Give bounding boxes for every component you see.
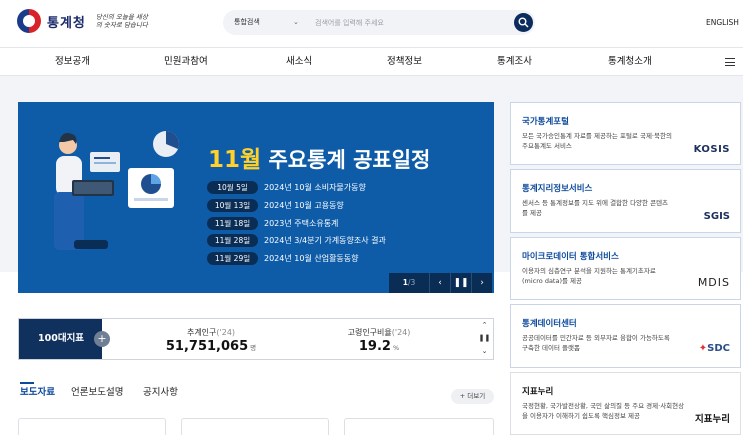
banner-controls: 1/3 ‹ ❚❚ › xyxy=(389,273,492,293)
service-title: 통계지리정보서비스 xyxy=(522,184,593,194)
hamburger-menu-icon[interactable] xyxy=(725,58,735,66)
search-button[interactable] xyxy=(514,13,533,32)
indicator-controls: ⌃ ❚❚ ⌄ xyxy=(475,319,494,359)
tab-notice[interactable]: 공지사항 xyxy=(143,384,178,398)
kosis-logo-icon: KOSIS xyxy=(693,144,730,155)
site-header: 통계청 당신의 오늘을 세상의 숫자로 담습니다 통합검색 ⌄ ENGLISH xyxy=(0,0,743,47)
stat-period: ('24) xyxy=(216,328,236,337)
search-icon xyxy=(518,17,529,28)
stat-label: 추계인구 xyxy=(186,328,217,337)
schedule-item: 11월 29일 2024년 10월 산업활동동향 xyxy=(207,252,359,265)
main-nav: 정보공개 민원과참여 새소식 정책정보 통계조사 통계청소개 xyxy=(0,47,743,76)
stat-elderly-ratio[interactable]: 고령인구비율('24) 19.2% xyxy=(304,319,454,354)
banner-pause-button[interactable]: ❚❚ xyxy=(450,273,471,293)
sdc-logo-text: SDC xyxy=(707,343,730,354)
pause-icon: ❚❚ xyxy=(478,334,491,342)
banner-title-month: 11월 xyxy=(208,147,262,173)
nav-item-civil[interactable]: 민원과참여 xyxy=(164,48,208,76)
sdc-logo-icon: ✦SDC xyxy=(698,343,730,354)
banner-title: 11월 주요통계 공표일정 xyxy=(208,140,430,174)
stat-value: 51,751,065 xyxy=(165,339,249,354)
banner-title-text: 주요통계 공표일정 xyxy=(268,148,431,172)
service-card-kosis[interactable]: 국가통계포털 모든 국가승인통계 자료를 제공하는 포털로 국제·북한의 주요통… xyxy=(510,102,741,165)
schedule-date: 10월 13일 xyxy=(207,199,258,212)
chevron-down-icon[interactable]: ⌄ xyxy=(293,18,299,26)
statistics-illustration-icon xyxy=(54,131,179,250)
indicator-up-button[interactable]: ⌃ xyxy=(475,319,494,332)
banner-prev-button[interactable]: ‹ xyxy=(429,273,450,293)
indicator-label: 100대지표 xyxy=(19,319,102,359)
schedule-item: 11월 28일 2024년 3/4분기 가계동향조사 결과 xyxy=(207,234,386,247)
chevron-right-icon: › xyxy=(480,278,484,288)
jipyo-logo-icon: 지표누리 xyxy=(695,414,730,425)
stat-period: ('24) xyxy=(391,328,411,337)
search-bar: 통합검색 ⌄ xyxy=(223,10,535,35)
main-banner[interactable]: 11월 주요통계 공표일정 10월 5일 2024년 10월 소비자물가동향 1… xyxy=(18,102,494,293)
indicator-more-button[interactable]: + xyxy=(94,331,110,347)
nav-item-info[interactable]: 정보공개 xyxy=(55,48,90,76)
service-title: 마이크로데이터 통합서비스 xyxy=(522,252,619,262)
nav-item-policy[interactable]: 정책정보 xyxy=(387,48,422,76)
schedule-date: 10월 5일 xyxy=(207,181,258,194)
logo-text: 통계청 xyxy=(47,15,86,31)
key-indicators: 100대지표 + 추계인구('24) 51,751,065 명 고령인구비율('2… xyxy=(18,318,494,360)
schedule-text: 2024년 10월 소비자물가동향 xyxy=(264,183,366,192)
service-title: 국가통계포털 xyxy=(522,117,569,127)
service-description: 공공데이터를 민간자료 등 외부자료 융합이 가능하도록 구축한 데이터 플랫폼 xyxy=(522,334,670,352)
government-emblem-icon xyxy=(17,9,41,33)
nav-item-news[interactable]: 새소식 xyxy=(286,48,312,76)
stat-unit: % xyxy=(392,344,400,352)
chevron-left-icon: ‹ xyxy=(438,278,442,288)
nav-item-survey[interactable]: 통계조사 xyxy=(497,48,532,76)
service-title: 통계데이터센터 xyxy=(522,319,577,329)
mdis-logo-icon: MDIS xyxy=(697,276,730,289)
site-logo[interactable]: 통계청 당신의 오늘을 세상의 숫자로 담습니다 xyxy=(17,9,152,33)
indicator-down-button[interactable]: ⌄ xyxy=(475,345,494,358)
banner-pager: 1/3 xyxy=(389,273,429,293)
news-card[interactable] xyxy=(181,418,329,435)
schedule-text: 2024년 10월 산업활동동향 xyxy=(264,254,359,263)
plus-icon: + xyxy=(97,332,107,345)
banner-next-button[interactable]: › xyxy=(471,273,492,293)
service-title: 지표누리 xyxy=(522,387,554,397)
schedule-item: 10월 5일 2024년 10월 소비자물가동향 xyxy=(207,181,366,194)
search-scope-select[interactable]: 통합검색 xyxy=(234,10,260,35)
schedule-text: 2024년 3/4분기 가계동향조사 결과 xyxy=(264,236,386,245)
schedule-item: 11월 18일 2023년 주택소유통계 xyxy=(207,217,338,230)
service-card-sgis[interactable]: 통계지리정보서비스 센서스 등 통계정보를 지도 위에 결합한 다양한 콘텐츠를… xyxy=(510,169,741,233)
stat-label: 고령인구비율 xyxy=(347,328,392,337)
nav-item-about[interactable]: 통계청소개 xyxy=(608,48,652,76)
tab-press-explanation[interactable]: 언론보도설명 xyxy=(71,384,123,398)
more-button[interactable]: + 더보기 xyxy=(451,389,494,404)
chevron-down-icon: ⌄ xyxy=(481,347,488,355)
service-card-jipyo[interactable]: 지표누리 국정현황, 국가발전상황, 국민 삶의질 등 주요 경제·사회현상을 … xyxy=(510,372,741,435)
slogan: 당신의 오늘을 세상의 숫자로 담습니다 xyxy=(95,13,148,29)
indicator-pause-button[interactable]: ❚❚ xyxy=(475,332,494,345)
stat-unit: 명 xyxy=(250,344,257,352)
tab-press-release[interactable]: 보도자료 xyxy=(20,384,55,398)
stat-value: 19.2 xyxy=(358,339,391,354)
search-input[interactable] xyxy=(315,14,505,31)
language-link[interactable]: ENGLISH xyxy=(706,18,739,27)
pager-total: /3 xyxy=(407,278,416,287)
sgis-logo-icon: SGIS xyxy=(703,211,730,222)
schedule-item: 10월 13일 2024년 10월 고용동향 xyxy=(207,199,344,212)
stat-population[interactable]: 추계인구('24) 51,751,065 명 xyxy=(136,319,286,354)
news-card[interactable] xyxy=(344,418,494,435)
service-card-mdis[interactable]: 마이크로데이터 통합서비스 이용자의 심층연구 분석을 지원하는 통계기초자료(… xyxy=(510,237,741,300)
service-description: 모든 국가승인통계 자료를 제공하는 포털로 국제·북한의 주요통계도 서비스 xyxy=(522,132,672,150)
service-card-sdc[interactable]: 통계데이터센터 공공데이터를 민간자료 등 외부자료 융합이 가능하도록 구축한… xyxy=(510,304,741,368)
service-description: 이용자의 심층연구 분석을 지원하는 통계기초자료(micro data)를 제… xyxy=(522,267,656,285)
schedule-text: 2024년 10월 고용동향 xyxy=(264,201,344,210)
news-card[interactable] xyxy=(18,418,166,435)
schedule-date: 11월 18일 xyxy=(207,217,258,230)
chevron-up-icon: ⌃ xyxy=(481,321,488,329)
schedule-date: 11월 28일 xyxy=(207,234,258,247)
service-description: 센서스 등 통계정보를 지도 위에 결합한 다양한 콘텐츠를 제공 xyxy=(522,199,669,217)
schedule-text: 2023년 주택소유통계 xyxy=(264,219,339,228)
schedule-date: 11월 29일 xyxy=(207,252,258,265)
pause-icon: ❚❚ xyxy=(453,278,469,288)
service-description: 국정현황, 국가발전상황, 국민 삶의질 등 주요 경제·사회현상을 이용자가 … xyxy=(522,402,685,420)
